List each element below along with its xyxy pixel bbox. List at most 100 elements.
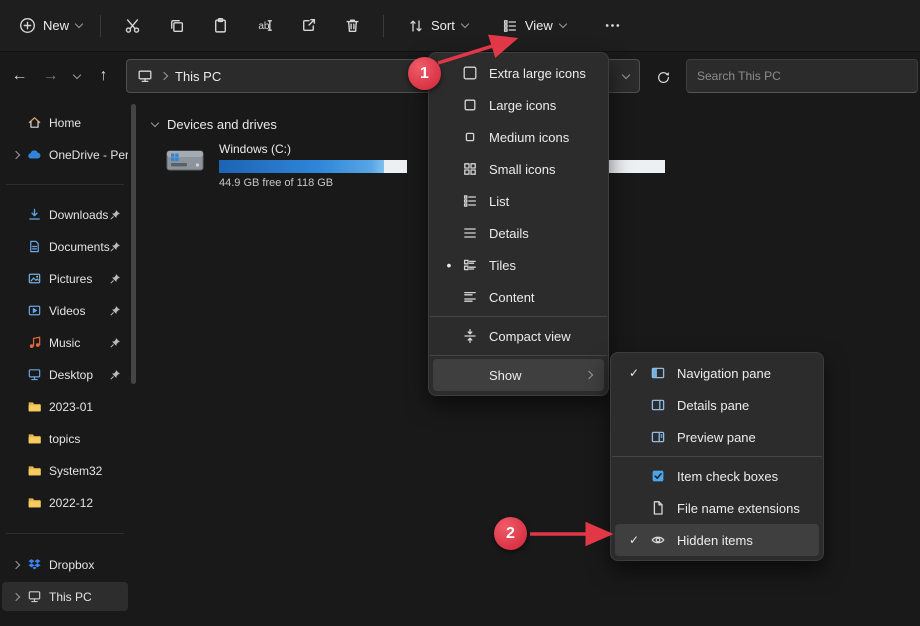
breadcrumb[interactable]: This PC xyxy=(175,69,221,84)
chevron-down-icon xyxy=(559,20,567,28)
search-box xyxy=(686,59,918,93)
separator xyxy=(430,316,607,317)
chevron-down-icon xyxy=(75,20,83,28)
pin-icon xyxy=(110,241,128,252)
thispc-icon xyxy=(24,589,44,604)
rename-button[interactable]: ab xyxy=(244,8,284,44)
menu-item-extra-large-icons[interactable]: Extra large icons xyxy=(433,57,604,89)
sidebar-item-music[interactable]: Music xyxy=(2,328,128,357)
submenu-chevron-icon xyxy=(585,371,593,379)
expand-chevron-icon[interactable] xyxy=(12,150,20,158)
sort-button[interactable]: Sort xyxy=(399,8,477,44)
view-menu: Extra large icons Large icons Medium ico… xyxy=(428,52,609,396)
menu-item-medium-icons[interactable]: Medium icons xyxy=(433,121,604,153)
menu-item-list[interactable]: List xyxy=(433,185,604,217)
copy-button[interactable] xyxy=(156,8,196,44)
separator xyxy=(430,355,607,356)
section-header[interactable]: Devices and drives xyxy=(152,117,277,132)
new-button-label: New xyxy=(43,18,69,33)
menu-item-show[interactable]: Show xyxy=(433,359,604,391)
menu-item-file-name-extensions[interactable]: File name extensions xyxy=(615,492,819,524)
menu-item-content[interactable]: Content xyxy=(433,281,604,313)
search-input[interactable] xyxy=(697,60,907,92)
downloads-icon xyxy=(24,207,44,222)
collapse-chevron-icon[interactable] xyxy=(151,119,159,127)
drive-name: Windows (C:) xyxy=(219,142,407,156)
folder-icon xyxy=(24,399,44,414)
pictures-icon xyxy=(24,271,44,286)
cut-button[interactable] xyxy=(112,8,152,44)
chevron-down-icon xyxy=(73,70,81,78)
rename-icon: ab xyxy=(256,17,273,34)
refresh-button[interactable] xyxy=(648,63,678,91)
paste-icon xyxy=(212,17,229,34)
selected-bullet xyxy=(441,257,457,273)
delete-icon xyxy=(344,17,361,34)
cut-icon xyxy=(124,17,141,34)
sidebar-item-videos[interactable]: Videos xyxy=(2,296,128,325)
desktop-icon xyxy=(24,367,44,382)
forward-button[interactable]: → xyxy=(35,59,66,93)
sidebar-item-this-pc[interactable]: This PC xyxy=(2,582,128,611)
dropbox-icon xyxy=(24,557,44,572)
navigation-pane: Home OneDrive - Pers Downloads Documents… xyxy=(0,100,130,626)
pin-icon xyxy=(110,209,128,220)
expand-chevron-icon[interactable] xyxy=(12,560,20,568)
menu-item-details[interactable]: Details xyxy=(433,217,604,249)
content-icon xyxy=(457,289,483,305)
sort-button-label: Sort xyxy=(431,18,455,33)
menu-item-tiles[interactable]: Tiles xyxy=(433,249,604,281)
new-button[interactable]: New xyxy=(10,8,91,44)
chevron-down-icon xyxy=(461,20,469,28)
sidebar-item-system32[interactable]: System32 xyxy=(2,456,128,485)
details-icon xyxy=(457,225,483,241)
menu-item-hidden-items[interactable]: Hidden items xyxy=(615,524,819,556)
file-explorer-window: New ab Sort View xyxy=(0,0,920,626)
extra-large-icons-icon xyxy=(457,65,483,81)
menu-item-large-icons[interactable]: Large icons xyxy=(433,89,604,121)
annotation-step-1: 1 xyxy=(408,57,441,90)
hidden-drive-bar-fragment xyxy=(609,160,665,173)
view-button[interactable]: View xyxy=(493,8,575,44)
menu-item-navigation-pane[interactable]: Navigation pane xyxy=(615,357,819,389)
sidebar-item-documents[interactable]: Documents xyxy=(2,232,128,261)
medium-icons-icon xyxy=(457,129,483,145)
pc-icon xyxy=(137,68,153,84)
sidebar-item-topics[interactable]: topics xyxy=(2,424,128,453)
menu-item-compact-view[interactable]: Compact view xyxy=(433,320,604,352)
sidebar-item-desktop[interactable]: Desktop xyxy=(2,360,128,389)
expand-chevron-icon[interactable] xyxy=(12,592,20,600)
sidebar-item-dropbox[interactable]: Dropbox xyxy=(2,550,128,579)
menu-item-item-check-boxes[interactable]: Item check boxes xyxy=(615,460,819,492)
preview-pane-icon xyxy=(645,429,671,445)
folder-icon xyxy=(24,495,44,510)
paste-button[interactable] xyxy=(200,8,240,44)
see-more-button[interactable] xyxy=(593,8,633,44)
sidebar-item-onedrive[interactable]: OneDrive - Pers xyxy=(2,140,128,169)
menu-item-small-icons[interactable]: Small icons xyxy=(433,153,604,185)
sidebar-item-downloads[interactable]: Downloads xyxy=(2,200,128,229)
back-button[interactable]: ← xyxy=(4,59,35,93)
separator xyxy=(100,15,101,37)
sidebar-item-pictures[interactable]: Pictures xyxy=(2,264,128,293)
checkmark-icon xyxy=(623,366,645,380)
sidebar-item-2023-01[interactable]: 2023-01 xyxy=(2,392,128,421)
folder-icon xyxy=(24,463,44,478)
pin-icon xyxy=(110,369,128,380)
compact-view-icon xyxy=(457,328,483,344)
up-button[interactable]: ↑ xyxy=(88,59,119,93)
share-button[interactable] xyxy=(288,8,328,44)
sidebar-scrollbar[interactable] xyxy=(131,104,136,384)
recent-locations-button[interactable] xyxy=(66,59,88,93)
delete-button[interactable] xyxy=(332,8,372,44)
show-submenu: Navigation pane Details pane Preview pan… xyxy=(610,352,824,561)
menu-item-preview-pane[interactable]: Preview pane xyxy=(615,421,819,453)
annotation-step-2: 2 xyxy=(494,517,527,550)
menu-item-details-pane[interactable]: Details pane xyxy=(615,389,819,421)
sidebar-item-2022-12[interactable]: 2022-12 xyxy=(2,488,128,517)
drive-windows-c[interactable]: Windows (C:) 44.9 GB free of 118 GB xyxy=(164,142,407,189)
address-dropdown-icon[interactable] xyxy=(622,70,630,78)
sidebar-item-home[interactable]: Home xyxy=(2,108,128,137)
more-icon xyxy=(604,17,621,34)
plus-icon xyxy=(19,17,36,34)
